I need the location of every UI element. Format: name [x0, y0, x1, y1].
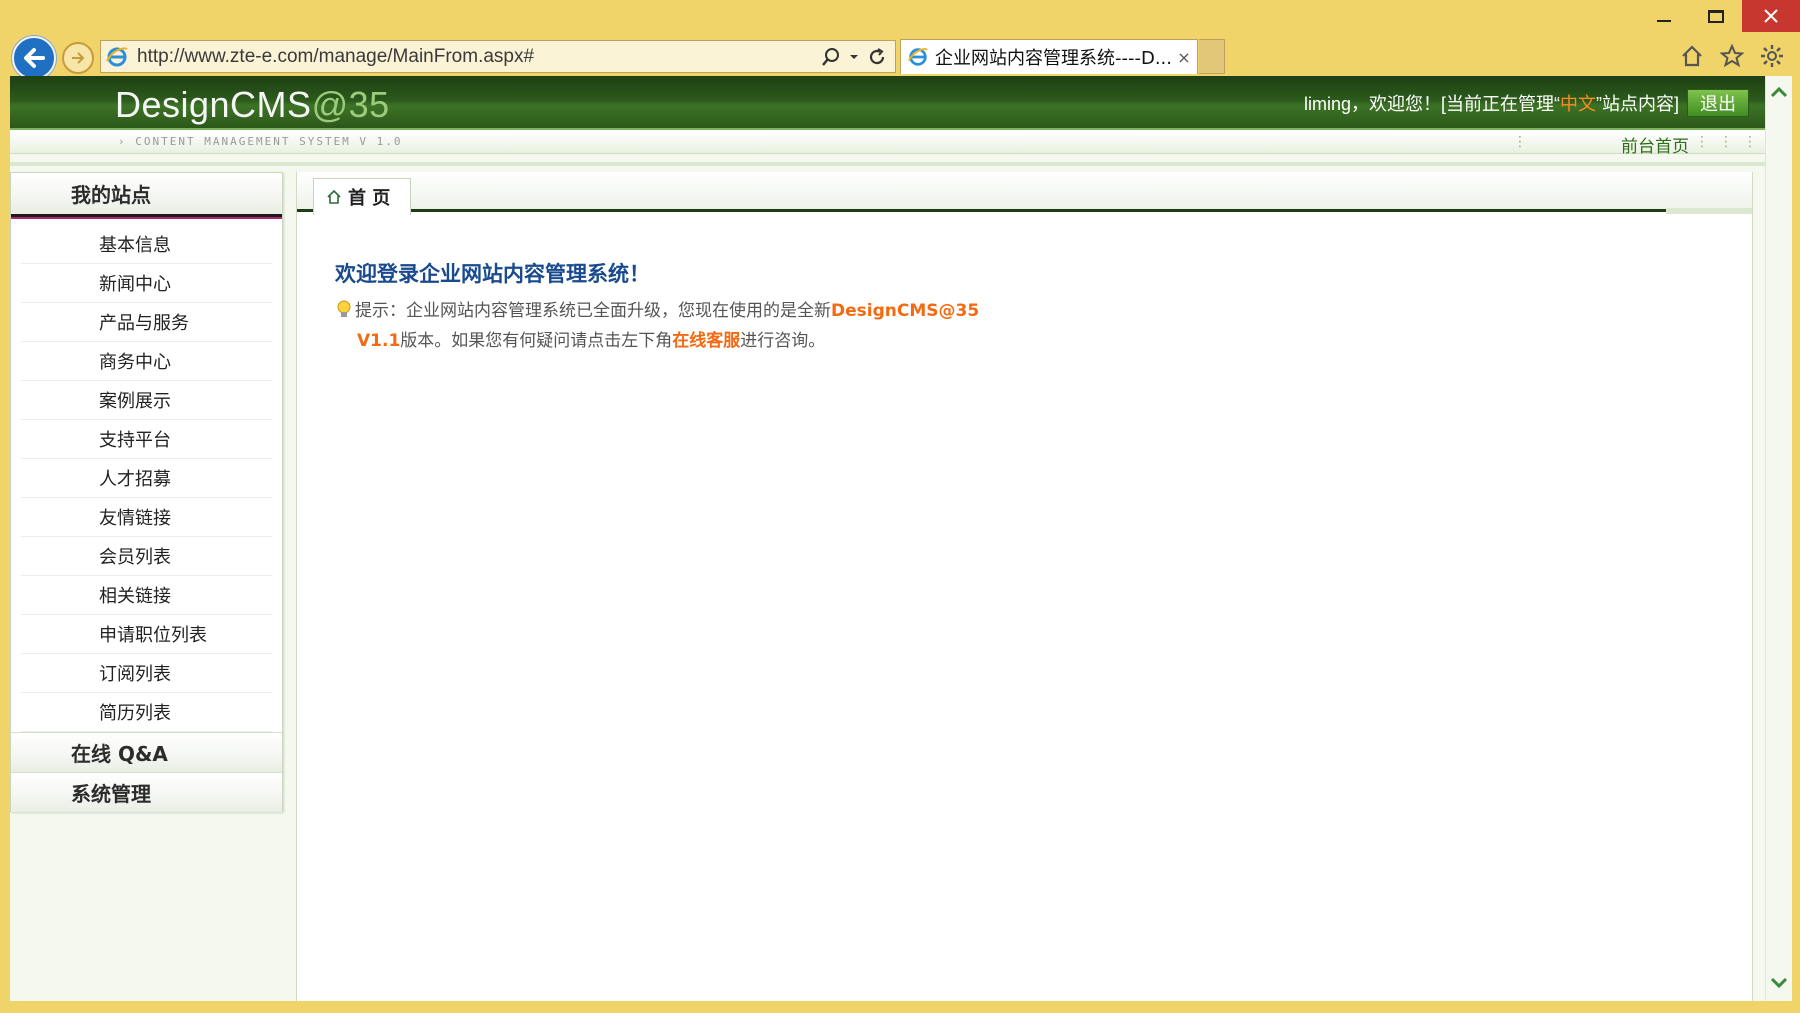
tab-title: 企业网站内容管理系统----D...	[935, 48, 1171, 69]
gear-icon	[1761, 45, 1783, 67]
sidebar-item[interactable]: 案例展示	[21, 381, 272, 420]
front-page-link[interactable]: 前台首页	[1621, 132, 1689, 157]
logout-button[interactable]: 退出	[1687, 89, 1749, 117]
sidebar-item[interactable]: 产品与服务	[21, 303, 272, 342]
sidebar-item[interactable]: 会员列表	[21, 537, 272, 576]
logo: DesignCMS@35	[115, 84, 390, 126]
sidebar-group-my-site[interactable]: 我的站点	[11, 173, 282, 217]
sidebar-item[interactable]: 友情链接	[21, 498, 272, 537]
settings-button[interactable]	[1758, 42, 1786, 70]
back-button[interactable]	[12, 36, 56, 80]
star-icon	[1720, 44, 1744, 68]
tip-text-middle: 版本。如果您有何疑问请点击左下角	[400, 331, 673, 351]
ie-page-icon	[106, 46, 128, 66]
scroll-up-icon[interactable]	[1770, 84, 1788, 102]
sidebar-item[interactable]: 简历列表	[21, 693, 272, 732]
ie-page-icon	[908, 48, 928, 66]
sidebar-item[interactable]: 基本信息	[21, 225, 272, 264]
url-text[interactable]: http://www.zte-e.com/manage/MainFrom.asp…	[137, 46, 821, 68]
sidebar-item[interactable]: 订阅列表	[21, 654, 272, 693]
tab-close-button[interactable]: ×	[1171, 48, 1197, 67]
tip-text-suffix: 进行咨询。	[740, 331, 826, 351]
user-greeting-suffix: ”站点内容]	[1596, 94, 1679, 114]
home-button[interactable]	[1678, 42, 1706, 70]
system-subtitle: › CONTENT MANAGEMENT SYSTEM V 1.0	[118, 135, 403, 148]
sub-header: › CONTENT MANAGEMENT SYSTEM V 1.0 ⋮ 前台首页…	[10, 130, 1765, 157]
site-language: 中文	[1560, 94, 1596, 114]
refresh-icon[interactable]	[867, 47, 887, 67]
browser-toolbar-right	[1678, 42, 1786, 70]
window-controls	[1638, 0, 1800, 32]
cms-header: DesignCMS@35 liming，欢迎您！[当前正在管理“ 中文 ”站点内容]…	[10, 76, 1765, 130]
new-tab-button[interactable]	[1199, 39, 1225, 74]
sidebar-item[interactable]: 商务中心	[21, 342, 272, 381]
address-bar[interactable]: http://www.zte-e.com/manage/MainFrom.asp…	[100, 40, 896, 73]
content-tabbar: 首 页	[297, 172, 1752, 215]
welcome-heading: 欢迎登录企业网站内容管理系统！	[335, 262, 650, 286]
home-icon	[327, 189, 341, 204]
minimize-button[interactable]	[1638, 0, 1690, 32]
logo-text: DesignCMS	[115, 84, 312, 125]
divider: ⋮	[1743, 134, 1757, 150]
sidebar-menu: 基本信息 新闻中心 产品与服务 商务中心 案例展示 支持平台 人才招募 友情链接…	[11, 217, 282, 732]
tip-text: 提示：企业网站内容管理系统已全面升级，您现在使用的是全新	[355, 301, 831, 321]
back-arrow-icon	[24, 48, 45, 68]
tab-home[interactable]: 首 页	[313, 178, 411, 215]
close-icon	[1764, 9, 1778, 23]
tip-product: DesignCMS@35	[831, 301, 980, 321]
main-panel: 首 页 欢迎登录企业网站内容管理系统！ 提示：企业网站内容管理系统已全面升级，您…	[296, 172, 1753, 1001]
sidebar-item[interactable]: 申请职位列表	[21, 615, 272, 654]
page-viewport: DesignCMS@35 liming，欢迎您！[当前正在管理“ 中文 ”站点内容]…	[10, 76, 1765, 1001]
sidebar: 我的站点 基本信息 新闻中心 产品与服务 商务中心 案例展示 支持平台 人才招募…	[10, 172, 283, 812]
browser-tab-active[interactable]: 企业网站内容管理系统----D... ×	[900, 39, 1198, 74]
upgrade-tip: 提示：企业网站内容管理系统已全面升级，您现在使用的是全新DesignCMS@35…	[335, 296, 1035, 356]
logo-at-text: @35	[311, 84, 390, 125]
home-icon	[1682, 45, 1702, 67]
close-window-button[interactable]	[1742, 0, 1800, 32]
forward-button[interactable]	[62, 42, 94, 74]
sidebar-item[interactable]: 相关链接	[21, 576, 272, 615]
favorites-button[interactable]	[1718, 42, 1746, 70]
forward-arrow-icon	[72, 52, 85, 64]
divider: ⋮	[1719, 134, 1733, 150]
sidebar-group-qa[interactable]: 在线 Q&A	[11, 732, 282, 772]
dropdown-icon[interactable]	[849, 52, 859, 62]
sidebar-item[interactable]: 支持平台	[21, 420, 272, 459]
divider: ⋮	[1513, 134, 1527, 150]
search-icon[interactable]	[821, 47, 841, 67]
sidebar-group-system[interactable]: 系统管理	[11, 772, 282, 812]
maximize-button[interactable]	[1690, 0, 1742, 32]
divider: ⋮	[1695, 134, 1709, 150]
lightbulb-icon	[337, 300, 351, 317]
tab-home-label: 首 页	[348, 188, 391, 209]
scroll-down-icon[interactable]	[1770, 973, 1788, 991]
header-separator	[10, 162, 1765, 166]
online-service-link[interactable]: 在线客服	[672, 331, 740, 351]
sidebar-item[interactable]: 人才招募	[21, 459, 272, 498]
vertical-scrollbar[interactable]	[1765, 76, 1792, 1001]
user-greeting: liming，欢迎您！[当前正在管理“	[1303, 94, 1560, 114]
sidebar-item[interactable]: 新闻中心	[21, 264, 272, 303]
tip-version: V1.1	[357, 331, 401, 351]
user-info: liming，欢迎您！[当前正在管理“ 中文 ”站点内容] 退出	[1304, 89, 1749, 117]
